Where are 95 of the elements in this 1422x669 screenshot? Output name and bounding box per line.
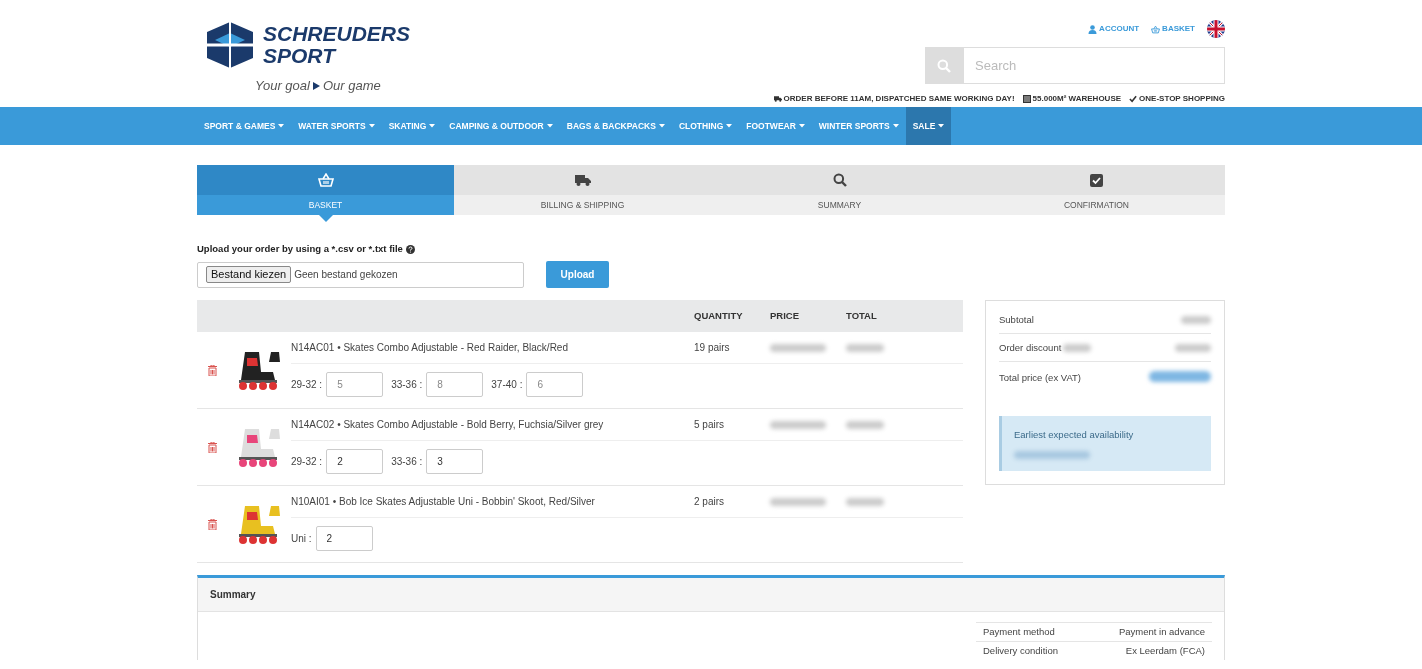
checkmark-icon (1129, 95, 1138, 103)
totals-label: Order discount (999, 340, 1062, 355)
logo-text: SPORT (263, 45, 338, 67)
totals-label: Subtotal (999, 312, 1034, 327)
checkout-step-tab[interactable]: SUMMARY (711, 165, 968, 215)
usp-text: ONE-STOP SHOPPING (1139, 93, 1225, 105)
choose-file-button[interactable]: Bestand kiezen (206, 266, 292, 284)
summary-label: Delivery condition (983, 644, 1058, 659)
column-header: TOTAL (846, 309, 877, 324)
size-label: 37-40 : (491, 377, 523, 392)
quantity-text: 5 pairs (694, 418, 725, 433)
blurred-value (846, 343, 884, 352)
caret-icon (938, 124, 945, 128)
file-input[interactable]: Bestand kiezen Geen bestand gekozen (197, 261, 524, 288)
checkout-step-tab[interactable]: BASKET (197, 165, 454, 215)
quantity-text: 19 pairs (694, 341, 731, 356)
help-icon (405, 244, 415, 254)
product-title: N14AC01 • Skates Combo Adjustable - Red Raider, Black/Red (291, 341, 569, 356)
checkout-step-tab[interactable]: BILLING & SHIPPING (454, 165, 711, 215)
section-title: Summary (210, 588, 256, 603)
nav-item[interactable]: SPORT & GAMES (197, 107, 292, 145)
blurred-value (846, 497, 884, 506)
play-icon (312, 81, 320, 90)
nav-item[interactable]: WINTER SPORTS (811, 107, 906, 145)
trash-icon[interactable] (207, 441, 217, 453)
size-label: 29-32 : (291, 454, 323, 469)
nav-item[interactable]: WATER SPORTS (291, 107, 382, 145)
nav-item[interactable]: SKATING (381, 107, 443, 145)
nav-item[interactable]: SALE (905, 107, 952, 145)
blurred-value (770, 497, 826, 506)
totals-label: Total price (ex VAT) (999, 371, 1081, 386)
quantity-input[interactable]: 6 (526, 371, 584, 397)
logo-cube-icon (205, 20, 255, 70)
search-icon (832, 173, 847, 187)
quantity-input[interactable]: 2 (315, 525, 373, 551)
basket-icon (1151, 24, 1161, 34)
caret-icon (368, 124, 375, 128)
quantity-text: 2 pairs (694, 495, 725, 510)
search-field[interactable]: Search (963, 47, 1225, 84)
nav-item[interactable]: CAMPING & OUTDOOR (442, 107, 560, 145)
usp-text: ORDER BEFORE 11AM, DISPATCHED SAME WORKING DAY! (783, 93, 1015, 105)
blurred-value (770, 343, 826, 352)
caret-icon (726, 124, 733, 128)
usp-text: 55.000M² WAREHOUSE (1032, 93, 1122, 105)
blurred-value (1181, 315, 1211, 324)
basket-icon (317, 173, 334, 187)
size-label: 33-36 : (391, 454, 423, 469)
size-label: 29-32 : (291, 377, 323, 392)
upload-button[interactable]: Upload (546, 261, 609, 289)
caret-icon (798, 124, 805, 128)
summary-value: Payment in advance (1118, 625, 1205, 640)
summary-label: Payment method (983, 625, 1055, 640)
caret-icon (278, 124, 285, 128)
trash-icon[interactable] (207, 518, 217, 530)
product-title: N14AC02 • Skates Combo Adjustable - Bold Berry, Fuchsia/Silver grey (291, 418, 605, 433)
caret-icon (892, 124, 899, 128)
nav-item[interactable]: BAGS & BACKPACKS (559, 107, 672, 145)
blurred-value (1063, 343, 1092, 352)
file-status: Geen bestand gekozen (294, 268, 398, 283)
column-header: PRICE (770, 309, 801, 324)
step-pointer-icon (318, 215, 333, 222)
user-icon (1088, 24, 1098, 34)
checkout-step-tab[interactable]: CONFIRMATION (968, 165, 1225, 215)
nav-item[interactable]: FOOTWEAR (739, 107, 812, 145)
blurred-value (770, 420, 826, 429)
flag-icon[interactable] (1207, 20, 1225, 38)
blurred-value (846, 420, 884, 429)
quantity-input[interactable]: 8 (426, 371, 484, 397)
upload-label: Upload your order by using a *.csv or *.txt file (197, 242, 403, 256)
caret-icon (546, 124, 553, 128)
trash-icon[interactable] (207, 364, 217, 376)
caret-icon (658, 124, 665, 128)
truck-icon (574, 174, 591, 186)
caret-icon (429, 124, 436, 128)
truck-icon (773, 95, 782, 103)
nav-item[interactable]: CLOTHING (671, 107, 740, 145)
header-link[interactable]: BASKET (1151, 23, 1195, 35)
search-icon (937, 58, 951, 73)
quantity-input[interactable]: 3 (426, 448, 484, 474)
header-link[interactable]: ACCOUNT (1088, 23, 1140, 35)
blurred-value (1175, 343, 1211, 352)
size-label: 33-36 : (391, 377, 423, 392)
quantity-input[interactable]: 5 (326, 371, 384, 397)
quantity-input[interactable]: 2 (326, 448, 384, 474)
checkbox-icon (1090, 173, 1103, 187)
blurred-value (1149, 371, 1211, 383)
availability-label: Earliest expected availability (1014, 428, 1135, 443)
column-header: QUANTITY (694, 309, 744, 324)
summary-value: Ex Leerdam (FCA) (1125, 644, 1205, 659)
tagline: Your goal (255, 77, 310, 95)
logo-text: SCHREUDERS (263, 23, 411, 45)
building-icon (1022, 95, 1031, 103)
size-label: Uni : (291, 531, 312, 546)
product-title: N10AI01 • Bob Ice Skates Adjustable Uni - Bobbin' Skoot, Red/Silver (291, 495, 596, 510)
tagline: Our game (322, 77, 381, 95)
